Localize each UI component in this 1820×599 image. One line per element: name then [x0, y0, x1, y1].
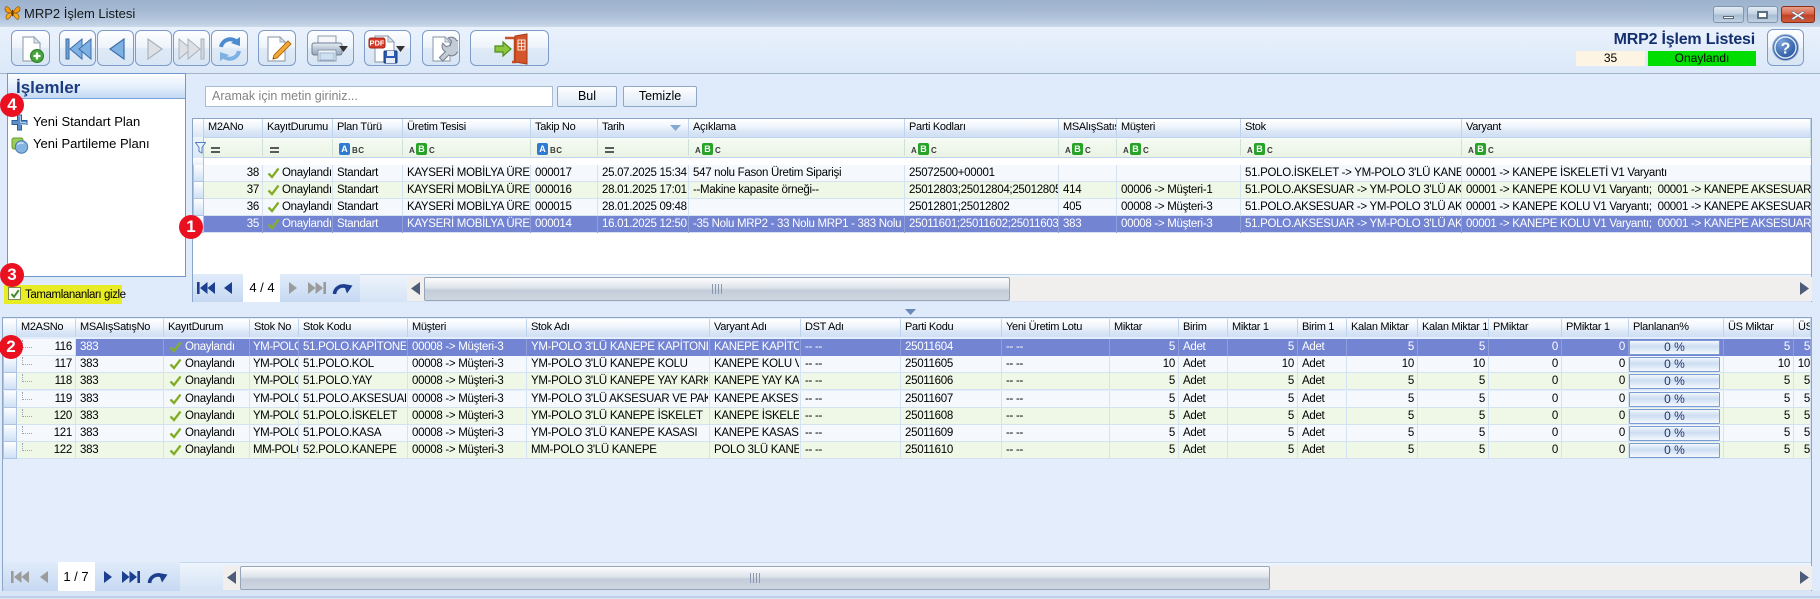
svg-text:PDF: PDF	[370, 39, 385, 48]
svg-text:?: ?	[1781, 41, 1791, 58]
